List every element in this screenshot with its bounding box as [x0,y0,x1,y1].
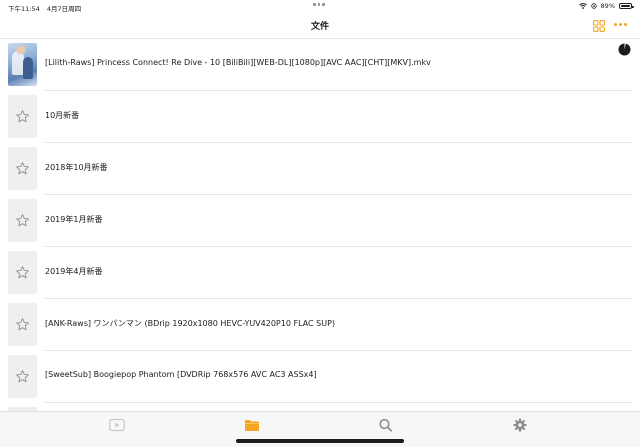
folder-name: [ANK-Raws] ワンパンマン (BDrip 1920x1080 HEVC-… [45,319,336,328]
star-icon[interactable] [15,317,30,332]
star-icon[interactable] [15,369,30,384]
list-item[interactable]: 10月新番 [0,91,640,143]
star-icon[interactable] [15,265,30,280]
status-indicators: 89% [578,2,634,10]
page-title: 文件 [310,22,329,32]
file-list: [Lilith-Raws] Princess Connect! Re Dive … [0,39,640,411]
folder-thumbnail [8,95,37,138]
battery-icon [619,3,634,9]
list-item[interactable]: [ANK-Raws] ワンパンマン (BDrip 1920x1080 HEVC-… [0,299,640,351]
status-time: 下午11:54 [8,5,40,13]
home-indicator[interactable] [236,439,404,443]
wifi-icon [578,3,587,9]
orientation-lock-icon [590,3,597,9]
navigation-bar: 文件 [0,14,640,39]
grid-view-icon[interactable] [593,20,605,32]
file-name: [Lilith-Raws] Princess Connect! Re Dive … [45,58,431,67]
list-item[interactable]: [Lilith-Raws] Princess Connect! Re Dive … [0,39,640,91]
list-item[interactable]: 2018年10月新番 [0,143,640,195]
folder-icon[interactable] [244,418,260,432]
status-date: 4月7日周四 [46,5,82,13]
folder-thumbnail [8,199,37,242]
anime-thumbnail [8,43,37,86]
battery-percent: 89% [600,2,615,10]
folder-name: [SweetSub] Boogiepop Phantom [DVDRip 768… [45,370,317,379]
star-icon[interactable] [15,213,30,228]
status-time-date: 下午11:54 4月7日周四 [8,3,86,13]
folder-name: 2019年1月新番 [45,215,103,224]
folder-name: 2018年10月新番 [45,163,108,172]
row-divider [44,402,632,403]
more-options-icon[interactable] [614,23,627,26]
folder-name: 10月新番 [45,111,80,120]
search-icon[interactable] [378,418,394,432]
folder-thumbnail [8,303,37,346]
play-video-icon[interactable] [109,418,125,432]
list-item[interactable]: 2019年4月新番 [0,247,640,299]
star-icon[interactable] [15,161,30,176]
folder-thumbnail [8,355,37,398]
folder-name: 2019年4月新番 [45,267,103,276]
gear-icon[interactable] [512,418,528,432]
status-bar: 下午11:54 4月7日周四 89% [0,0,640,14]
list-item[interactable]: [SweetSub] Boogiepop Phantom [DVDRip 768… [0,351,640,403]
folder-thumbnail [8,147,37,190]
folder-thumbnail [8,251,37,294]
list-item[interactable]: 2019年1月新番 [0,195,640,247]
progress-icon [618,43,631,56]
star-icon[interactable] [15,109,30,124]
multitasking-dots-icon[interactable] [313,3,325,6]
